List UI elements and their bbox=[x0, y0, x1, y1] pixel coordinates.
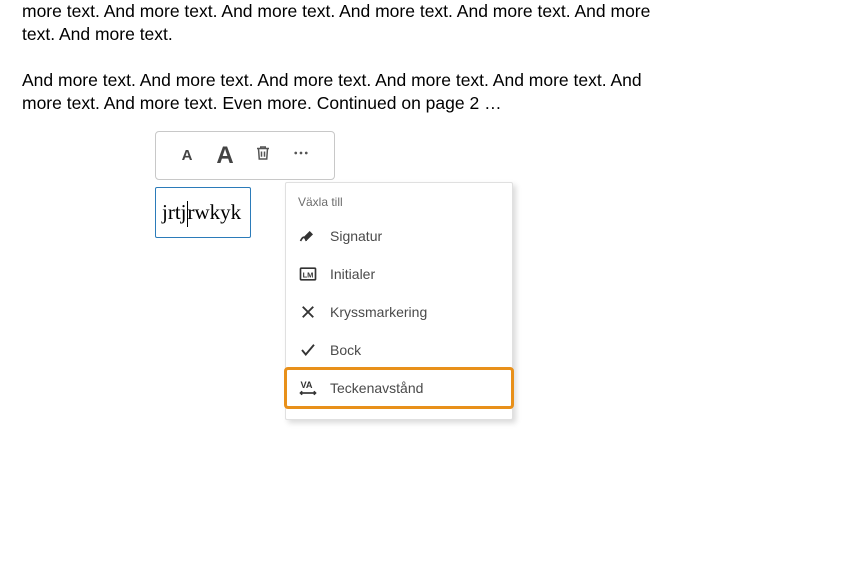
document-paragraph: And more text. And more text. And more t… bbox=[22, 69, 662, 115]
menu-item-initials[interactable]: LM Initialer bbox=[286, 255, 512, 293]
delete-button[interactable] bbox=[244, 132, 282, 179]
more-horizontal-icon bbox=[292, 144, 310, 167]
check-icon bbox=[298, 340, 318, 360]
menu-header: Växla till bbox=[286, 191, 512, 217]
menu-item-label: Teckenavstånd bbox=[330, 380, 423, 396]
text-content-before: jrtj bbox=[162, 200, 187, 225]
menu-item-checkmark[interactable]: Bock bbox=[286, 331, 512, 369]
fill-text-input[interactable]: jrtjrwkyk bbox=[155, 187, 251, 238]
letter-spacing-icon: VA bbox=[298, 378, 318, 398]
menu-item-label: Bock bbox=[330, 342, 361, 358]
menu-item-letter-spacing[interactable]: VA Teckenavstånd bbox=[286, 369, 512, 407]
more-options-button[interactable] bbox=[282, 132, 320, 179]
svg-text:LM: LM bbox=[303, 270, 314, 279]
menu-item-label: Initialer bbox=[330, 266, 375, 282]
text-content-after: rwkyk bbox=[188, 200, 242, 225]
document-body: more text. And more text. And more text.… bbox=[22, 0, 662, 138]
decrease-font-button[interactable]: A bbox=[168, 132, 206, 179]
increase-font-button[interactable]: A bbox=[206, 132, 244, 179]
menu-item-label: Signatur bbox=[330, 228, 382, 244]
text-caret bbox=[187, 201, 188, 227]
initials-icon: LM bbox=[298, 264, 318, 284]
menu-item-crossmark[interactable]: Kryssmarkering bbox=[286, 293, 512, 331]
text-format-toolbar: A A bbox=[155, 131, 335, 180]
switch-to-menu: Växla till Signatur LM Initialer Kryssma… bbox=[285, 182, 513, 420]
cross-icon bbox=[298, 302, 318, 322]
document-paragraph: more text. And more text. And more text.… bbox=[22, 0, 662, 46]
svg-text:VA: VA bbox=[301, 380, 313, 390]
menu-item-signature[interactable]: Signatur bbox=[286, 217, 512, 255]
trash-icon bbox=[254, 144, 272, 167]
menu-item-label: Kryssmarkering bbox=[330, 304, 427, 320]
signature-icon bbox=[298, 226, 318, 246]
